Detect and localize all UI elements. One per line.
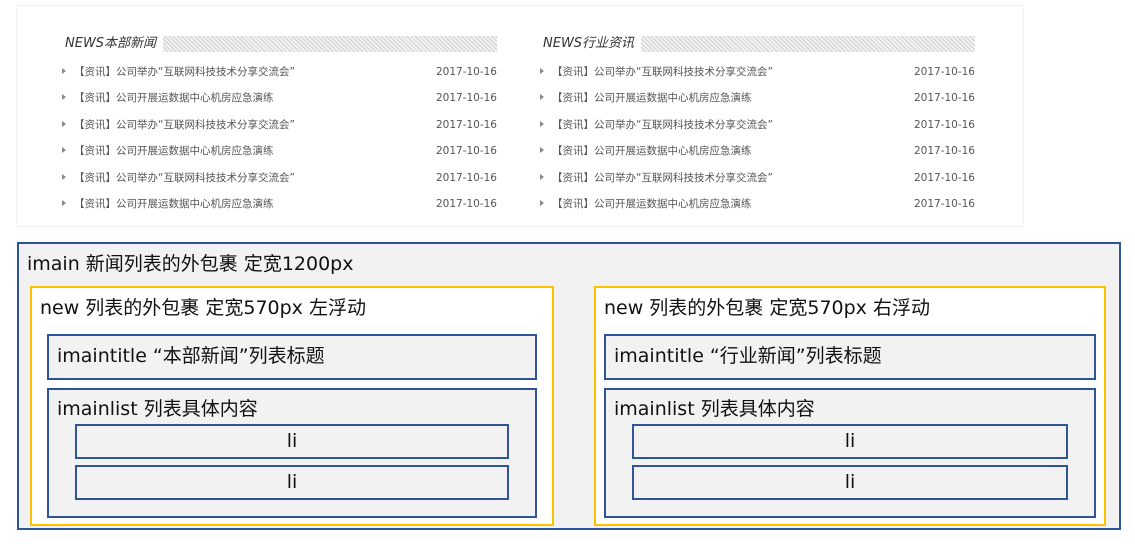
news-title-link[interactable]: 【资讯】公司举办“互联网科技技术分享交流会” — [552, 64, 773, 80]
news-date: 2017-10-16 — [435, 92, 497, 105]
column-title: NEWS本部新闻 — [65, 36, 497, 52]
new-box-left: new 列表的外包裹 定宽570px 左浮动 imaintitle “本部新闻”… — [30, 286, 554, 526]
news-date: 2017-10-16 — [435, 145, 497, 158]
triangle-right-icon — [540, 94, 544, 101]
imainlist-label: imainlist 列表具体内容 — [614, 398, 815, 420]
imaintitle-label: imaintitle “本部新闻”列表标题 — [57, 345, 325, 367]
news-date: 2017-10-16 — [913, 171, 975, 184]
list-item[interactable]: 【资讯】公司举办“互联网科技技术分享交流会” 2017-10-16 — [62, 64, 497, 90]
imainlist-box: imainlist 列表具体内容 li li — [604, 388, 1096, 518]
news-date: 2017-10-16 — [913, 118, 975, 131]
news-date: 2017-10-16 — [435, 197, 497, 210]
imain-box: imain 新闻列表的外包裹 定宽1200px new 列表的外包裹 定宽570… — [17, 242, 1121, 530]
triangle-right-icon — [62, 94, 66, 101]
news-date: 2017-10-16 — [913, 197, 975, 210]
imain-label: imain 新闻列表的外包裹 定宽1200px — [27, 253, 354, 275]
news-date: 2017-10-16 — [435, 171, 497, 184]
column-title-text: NEWS行业资讯 — [543, 36, 637, 51]
triangle-right-icon — [540, 173, 544, 180]
imaintitle-box: imaintitle “行业新闻”列表标题 — [604, 334, 1096, 380]
list-item[interactable]: 【资讯】公司举办“互联网科技技术分享交流会” 2017-10-16 — [62, 170, 497, 196]
imainlist-label: imainlist 列表具体内容 — [57, 398, 258, 420]
triangle-right-icon — [62, 173, 66, 180]
li-box: li — [632, 465, 1068, 500]
imaintitle-box: imaintitle “本部新闻”列表标题 — [47, 334, 537, 380]
li-box: li — [75, 424, 509, 459]
news-date: 2017-10-16 — [913, 145, 975, 158]
news-title-link[interactable]: 【资讯】公司开展运数据中心机房应急演练 — [552, 90, 752, 106]
news-title-link[interactable]: 【资讯】公司开展运数据中心机房应急演练 — [552, 196, 752, 212]
news-preview: NEWS本部新闻 【资讯】公司举办“互联网科技技术分享交流会” 2017-10-1… — [17, 6, 1023, 226]
imaintitle-label: imaintitle “行业新闻”列表标题 — [614, 345, 882, 367]
title-hatch-decoration — [163, 36, 497, 52]
imainlist-box: imainlist 列表具体内容 li li — [47, 388, 537, 518]
triangle-right-icon — [540, 199, 544, 206]
list-item[interactable]: 【资讯】公司开展运数据中心机房应急演练 2017-10-16 — [540, 196, 975, 222]
triangle-right-icon — [540, 147, 544, 154]
column-title: NEWS行业资讯 — [543, 36, 975, 52]
news-title-link[interactable]: 【资讯】公司举办“互联网科技技术分享交流会” — [552, 170, 773, 186]
li-box: li — [632, 424, 1068, 459]
news-column-headquarters: NEWS本部新闻 【资讯】公司举办“互联网科技技术分享交流会” 2017-10-1… — [62, 36, 497, 222]
list-item[interactable]: 【资讯】公司开展运数据中心机房应急演练 2017-10-16 — [62, 143, 497, 169]
title-hatch-decoration — [641, 36, 975, 52]
news-date: 2017-10-16 — [913, 92, 975, 105]
news-list: 【资讯】公司举办“互联网科技技术分享交流会” 2017-10-16 【资讯】公司开… — [62, 64, 497, 222]
list-item[interactable]: 【资讯】公司举办“互联网科技技术分享交流会” 2017-10-16 — [540, 117, 975, 143]
news-date: 2017-10-16 — [913, 66, 975, 78]
news-title-link[interactable]: 【资讯】公司举办“互联网科技技术分享交流会” — [74, 117, 295, 133]
list-item[interactable]: 【资讯】公司举办“互联网科技技术分享交流会” 2017-10-16 — [540, 170, 975, 196]
news-title-link[interactable]: 【资讯】公司开展运数据中心机房应急演练 — [74, 143, 274, 159]
triangle-right-icon — [62, 68, 66, 74]
new-label: new 列表的外包裹 定宽570px 左浮动 — [40, 297, 366, 319]
list-item[interactable]: 【资讯】公司开展运数据中心机房应急演练 2017-10-16 — [540, 90, 975, 116]
list-item[interactable]: 【资讯】公司开展运数据中心机房应急演练 2017-10-16 — [62, 90, 497, 116]
news-date: 2017-10-16 — [435, 66, 497, 78]
list-item[interactable]: 【资讯】公司举办“互联网科技技术分享交流会” 2017-10-16 — [62, 117, 497, 143]
news-title-link[interactable]: 【资讯】公司开展运数据中心机房应急演练 — [552, 143, 752, 159]
triangle-right-icon — [62, 147, 66, 154]
news-title-link[interactable]: 【资讯】公司举办“互联网科技技术分享交流会” — [74, 170, 295, 186]
new-box-right: new 列表的外包裹 定宽570px 右浮动 imaintitle “行业新闻”… — [594, 286, 1106, 526]
news-title-link[interactable]: 【资讯】公司举办“互联网科技技术分享交流会” — [552, 117, 773, 133]
column-title-text: NEWS本部新闻 — [65, 36, 159, 51]
news-title-link[interactable]: 【资讯】公司开展运数据中心机房应急演练 — [74, 196, 274, 212]
list-item[interactable]: 【资讯】公司开展运数据中心机房应急演练 2017-10-16 — [62, 196, 497, 222]
list-item[interactable]: 【资讯】公司开展运数据中心机房应急演练 2017-10-16 — [540, 143, 975, 169]
new-label: new 列表的外包裹 定宽570px 右浮动 — [604, 297, 930, 319]
news-date: 2017-10-16 — [435, 118, 497, 131]
news-title-link[interactable]: 【资讯】公司举办“互联网科技技术分享交流会” — [74, 64, 295, 80]
li-box: li — [75, 465, 509, 500]
triangle-right-icon — [62, 120, 66, 127]
news-title-link[interactable]: 【资讯】公司开展运数据中心机房应急演练 — [74, 90, 274, 106]
news-list: 【资讯】公司举办“互联网科技技术分享交流会” 2017-10-16 【资讯】公司开… — [540, 64, 975, 222]
triangle-right-icon — [62, 199, 66, 206]
triangle-right-icon — [540, 68, 544, 74]
list-item[interactable]: 【资讯】公司举办“互联网科技技术分享交流会” 2017-10-16 — [540, 64, 975, 90]
news-column-industry: NEWS行业资讯 【资讯】公司举办“互联网科技技术分享交流会” 2017-10-1… — [540, 36, 975, 222]
triangle-right-icon — [540, 120, 544, 127]
